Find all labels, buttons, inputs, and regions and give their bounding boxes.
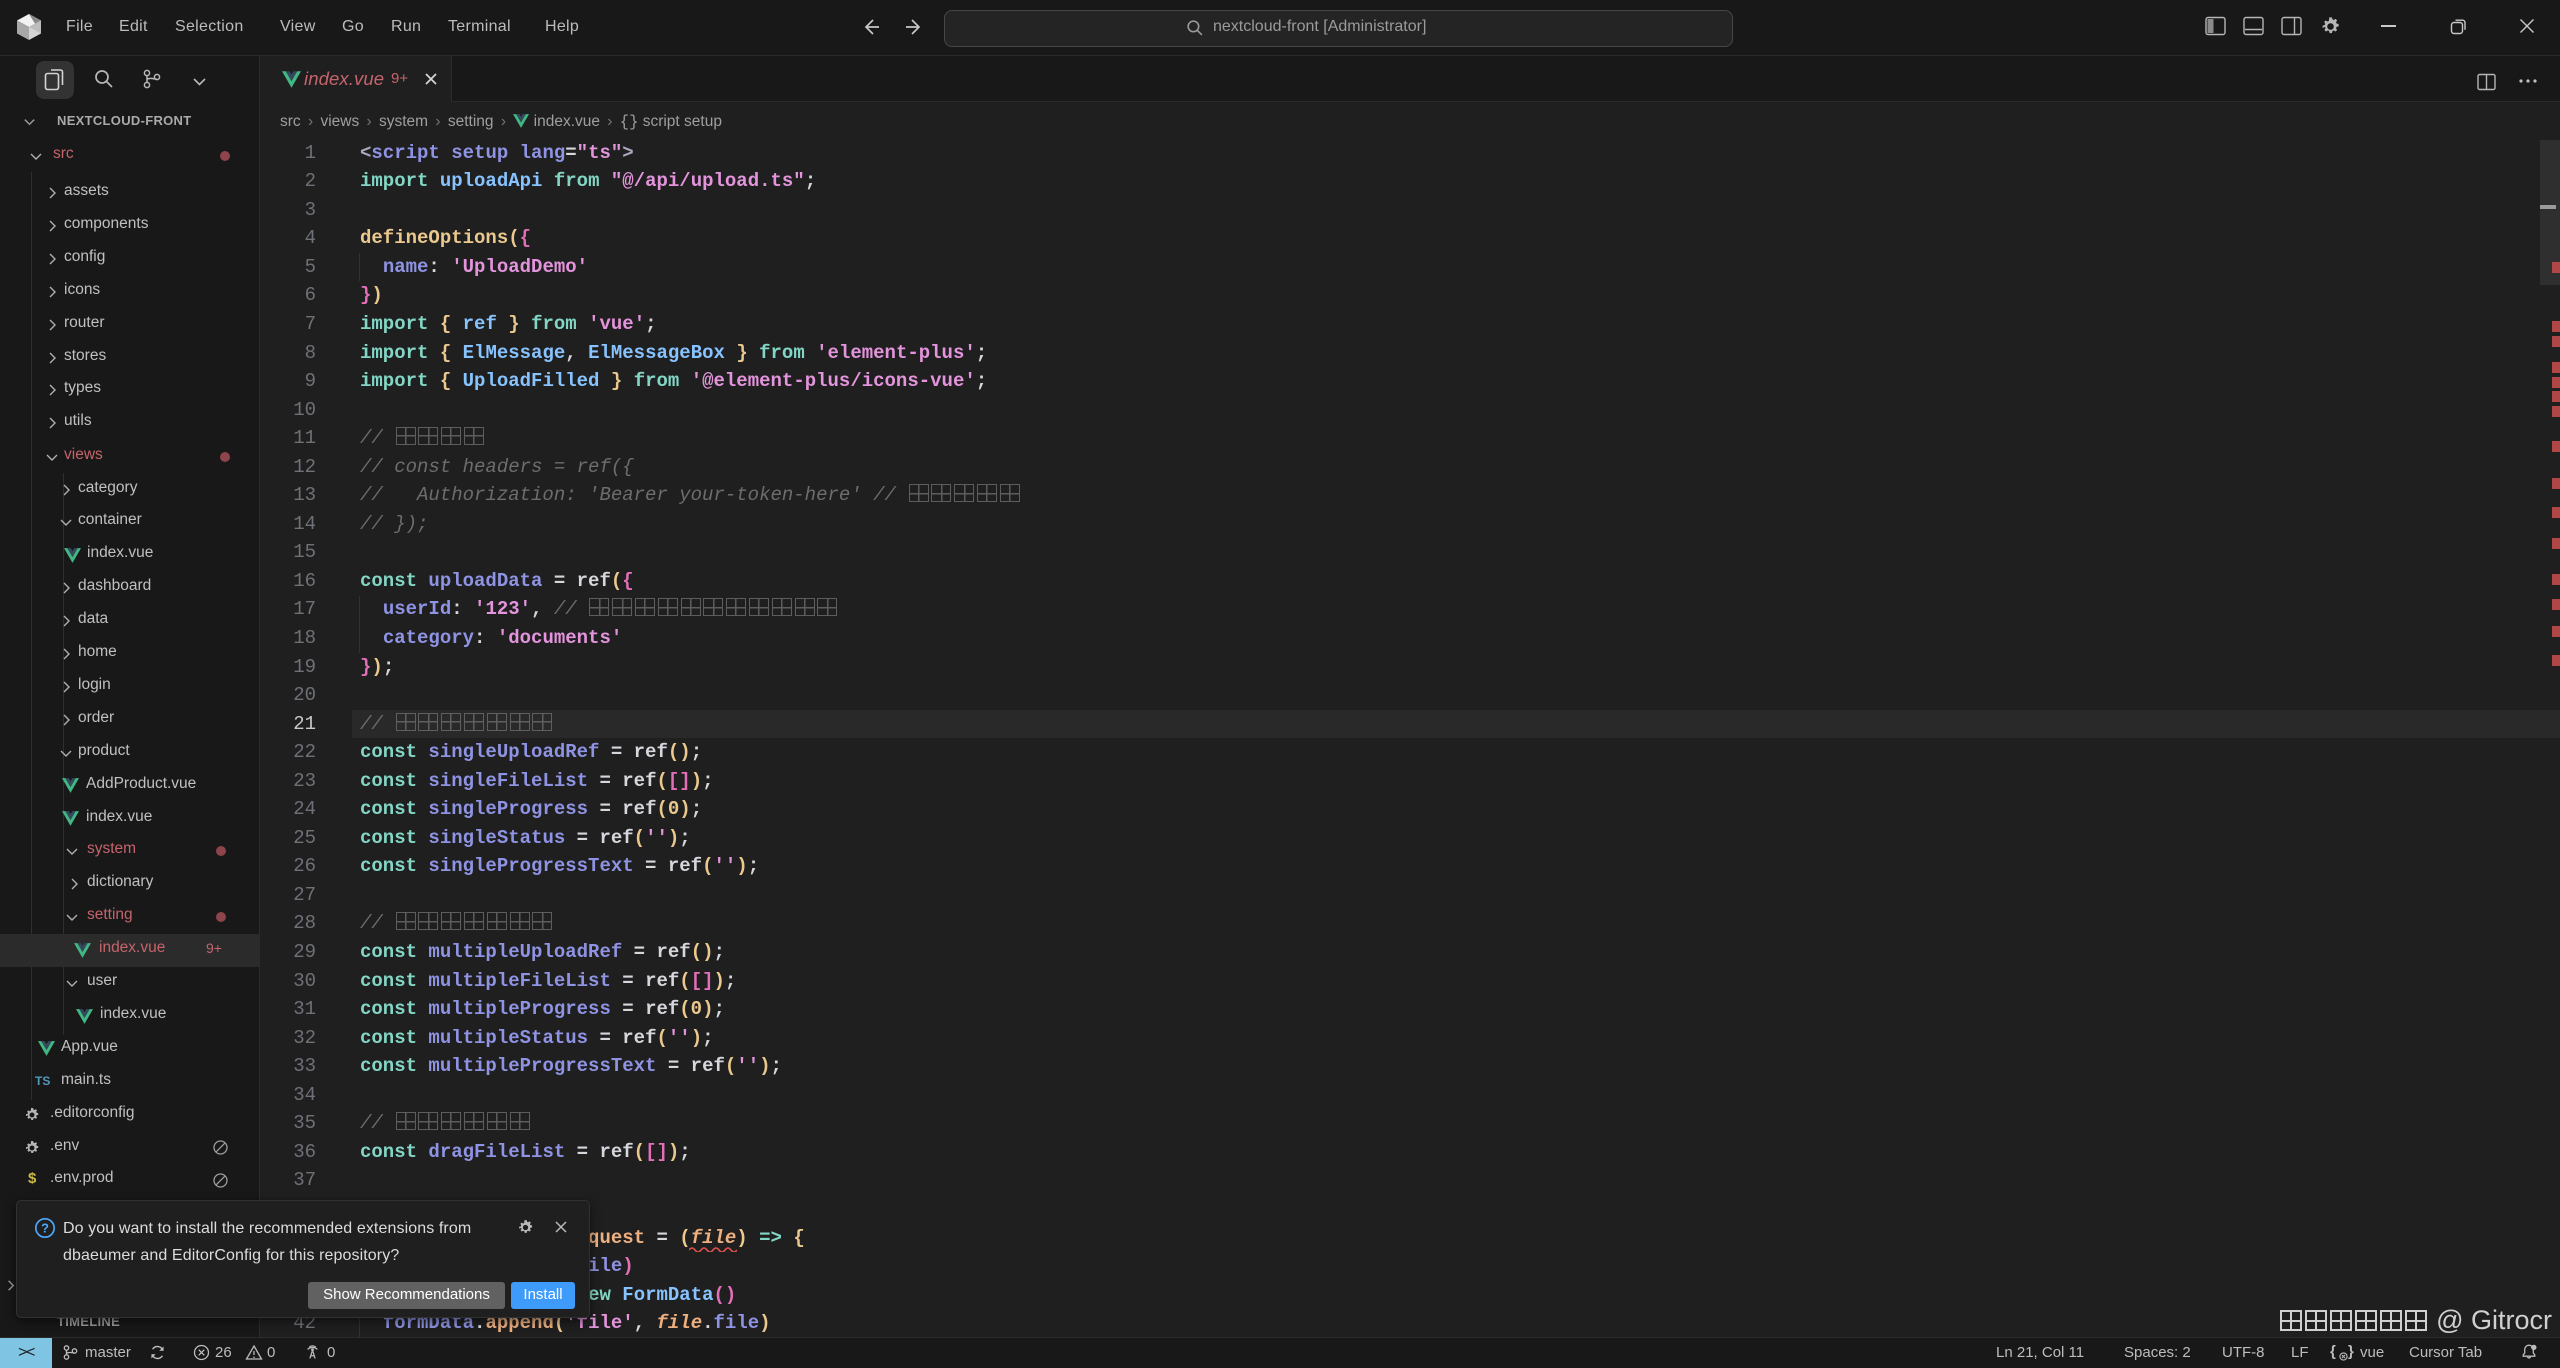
- svg-text:?: ?: [41, 1221, 49, 1236]
